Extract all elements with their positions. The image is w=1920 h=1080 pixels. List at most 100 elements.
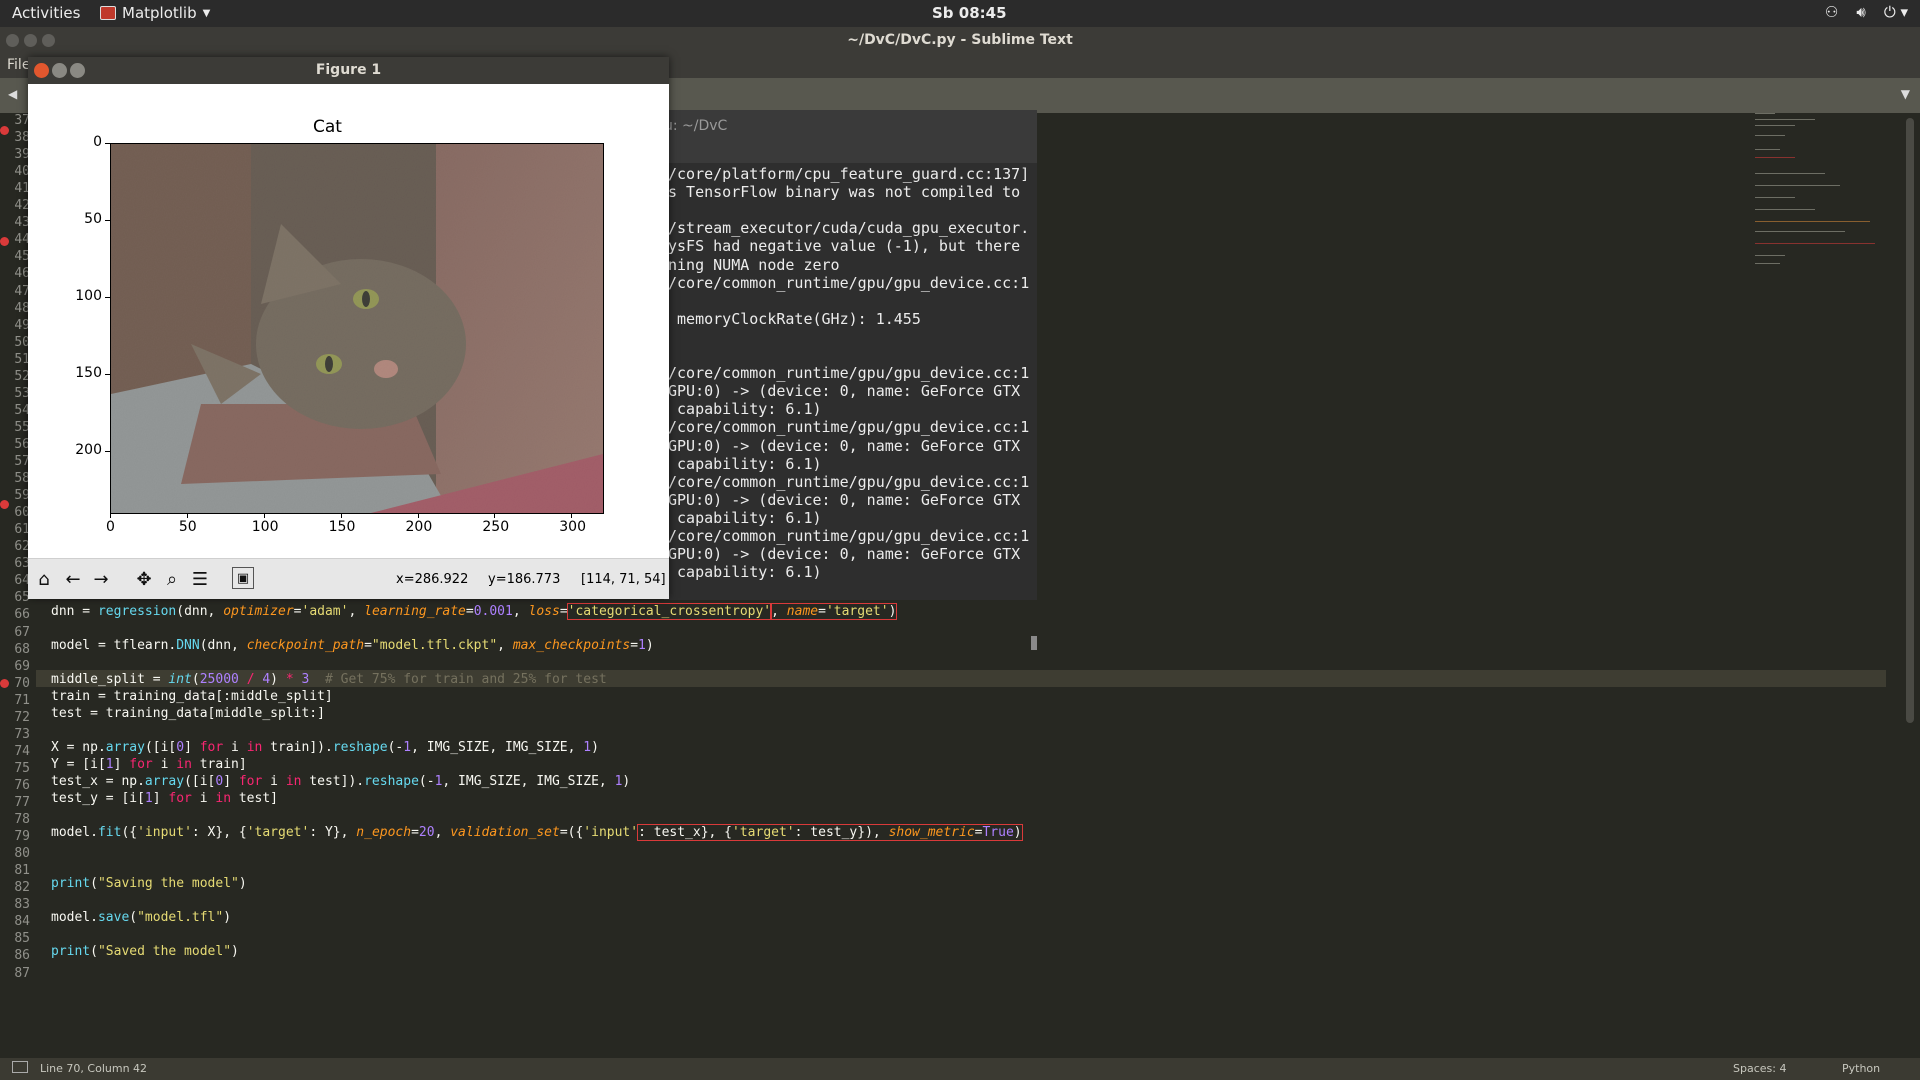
home-icon[interactable]: ⌂ <box>31 567 57 591</box>
system-tray[interactable]: ⚇ 🔊︎ ⏻ ▾ <box>1825 3 1908 21</box>
volume-icon[interactable]: 🔊︎ <box>1856 3 1865 21</box>
line-number: 58 <box>14 471 30 487</box>
code-line-82: print("Saving the model") <box>51 876 247 891</box>
line-number: 86 <box>14 948 30 964</box>
line-number: 40 <box>14 164 30 180</box>
code-line-75: Y = [i[1] for i in train] <box>51 757 247 772</box>
line-number: 76 <box>14 777 30 793</box>
tab-list-dropdown-icon[interactable]: ▼ <box>1901 87 1910 101</box>
line-number: 52 <box>14 368 30 384</box>
power-icon[interactable]: ⏻ ▾ <box>1884 3 1908 21</box>
line-number: 45 <box>14 249 30 265</box>
x-tick-label: 250 <box>482 519 510 535</box>
syntax-selector[interactable]: Python <box>1842 1062 1880 1075</box>
close-icon[interactable] <box>6 34 19 47</box>
back-arrow-icon[interactable]: ← <box>60 567 86 591</box>
line-number: 54 <box>14 402 30 418</box>
terminal-scrollbar[interactable] <box>1031 636 1037 650</box>
error-marker-icon <box>0 126 9 135</box>
error-marker-icon <box>0 679 9 688</box>
x-tick-mark <box>494 513 496 518</box>
line-number: 74 <box>14 743 30 759</box>
line-number: 79 <box>14 829 30 845</box>
plot-title: Cat <box>313 117 342 137</box>
y-tick-mark <box>105 296 110 298</box>
y-tick-label: 200 <box>75 441 102 458</box>
error-marker-icon <box>0 500 9 509</box>
configure-subplots-icon[interactable]: ☰ <box>187 567 213 591</box>
line-number: 75 <box>14 760 30 776</box>
line-number: 77 <box>14 795 30 810</box>
cursor-position: Line 70, Column 42 <box>40 1062 148 1075</box>
code-line-74: X = np.array([i[0] for i in train]).resh… <box>51 740 599 755</box>
app-menu[interactable]: Matplotlib ▼ <box>100 4 210 22</box>
network-icon[interactable]: ⚇ <box>1825 3 1838 21</box>
gnome-top-bar: Activities Matplotlib ▼ Sb 08:45 ⚇ 🔊︎ ⏻ … <box>0 0 1920 27</box>
terminal-line: GPU:0) -> (device: 0, name: GeForce GTX <box>668 490 1021 509</box>
line-number: 84 <box>14 914 30 930</box>
close-icon[interactable] <box>34 63 49 78</box>
terminal-output[interactable]: /core/platform/cpu_feature_guard.cc:137]… <box>664 163 1037 650</box>
panel-toggle-icon[interactable] <box>12 1061 28 1073</box>
x-tick-mark <box>417 513 419 518</box>
zoom-icon[interactable]: ⌕ <box>159 567 185 591</box>
figure-toolbar: ⌂ ← → ✥ ⌕ ☰ ▣ x=286.922 y=186.773 [114, … <box>28 558 669 599</box>
line-number: 83 <box>14 897 30 913</box>
forward-arrow-icon[interactable]: → <box>88 567 114 591</box>
image-axes[interactable] <box>110 143 604 514</box>
minimize-icon[interactable] <box>42 34 55 47</box>
x-tick-mark <box>571 513 573 518</box>
line-number: 80 <box>14 846 30 862</box>
line-number: 85 <box>14 931 30 947</box>
terminal-line: GPU:0) -> (device: 0, name: GeForce GTX <box>668 382 1021 401</box>
y-tick-mark <box>105 143 110 144</box>
save-icon[interactable]: ▣ <box>232 567 254 589</box>
line-number: 78 <box>14 812 30 828</box>
vertical-scrollbar[interactable] <box>1906 118 1914 723</box>
indentation-setting[interactable]: Spaces: 4 <box>1733 1062 1786 1075</box>
status-bar: Line 70, Column 42 Spaces: 4 Python <box>0 1058 1920 1080</box>
terminal-line: /core/platform/cpu_feature_guard.cc:137] <box>668 165 1030 183</box>
line-number: 49 <box>14 317 30 333</box>
maximize-icon[interactable] <box>52 63 67 78</box>
line-number: 50 <box>14 334 30 350</box>
line-number: 71 <box>14 692 30 708</box>
error-marker-icon <box>0 237 9 246</box>
terminal-line: capability: 6.1) <box>668 400 822 419</box>
sublime-window-titlebar: ~/DvC/DvC.py - Sublime Text <box>0 27 1920 54</box>
code-line-79: model.fit({'input': X}, {'target': Y}, n… <box>51 824 1023 841</box>
line-number: 55 <box>14 419 30 435</box>
line-number: 62 <box>14 539 30 555</box>
line-number: 81 <box>14 863 30 879</box>
maximize-icon[interactable] <box>24 34 37 47</box>
x-tick-mark <box>186 513 188 518</box>
terminal-window[interactable]: u: ~/DvC /core/platform/cpu_feature_guar… <box>664 110 1037 650</box>
line-number: 68 <box>14 641 30 657</box>
pan-icon[interactable]: ✥ <box>131 567 157 591</box>
terminal-line: capability: 6.1) <box>668 454 822 473</box>
line-number: 69 <box>14 658 30 674</box>
activities-button[interactable]: Activities <box>12 4 80 22</box>
line-number: 64 <box>14 573 30 589</box>
line-number: 42 <box>14 198 30 214</box>
app-menu-label: Matplotlib <box>122 4 197 22</box>
y-tick-label: 0 <box>93 134 102 150</box>
line-number: 48 <box>14 300 30 316</box>
y-tick-label: 150 <box>75 364 102 381</box>
x-tick-label: 0 <box>106 519 115 535</box>
menu-file[interactable]: File <box>7 57 30 73</box>
line-number: 82 <box>14 880 30 896</box>
minimap[interactable] <box>1750 113 1880 293</box>
terminal-line: capability: 6.1) <box>668 563 822 582</box>
tab-scroll-left-icon[interactable]: ◀ <box>8 87 17 101</box>
matplotlib-app-icon <box>100 6 116 20</box>
clock[interactable]: Sb 08:45 <box>932 4 1007 22</box>
terminal-line: /stream_executor/cuda/cuda_gpu_executor. <box>668 219 1030 238</box>
line-number: 46 <box>14 266 30 282</box>
terminal-line: /core/common_runtime/gpu/gpu_device.cc:1 <box>668 472 1030 491</box>
line-number: 47 <box>14 283 30 299</box>
cursor-y-readout: y=186.773 <box>488 572 561 587</box>
terminal-line: /core/common_runtime/gpu/gpu_device.cc:1 <box>668 364 1030 383</box>
minimize-icon[interactable] <box>70 63 85 78</box>
x-tick-mark <box>110 513 111 518</box>
